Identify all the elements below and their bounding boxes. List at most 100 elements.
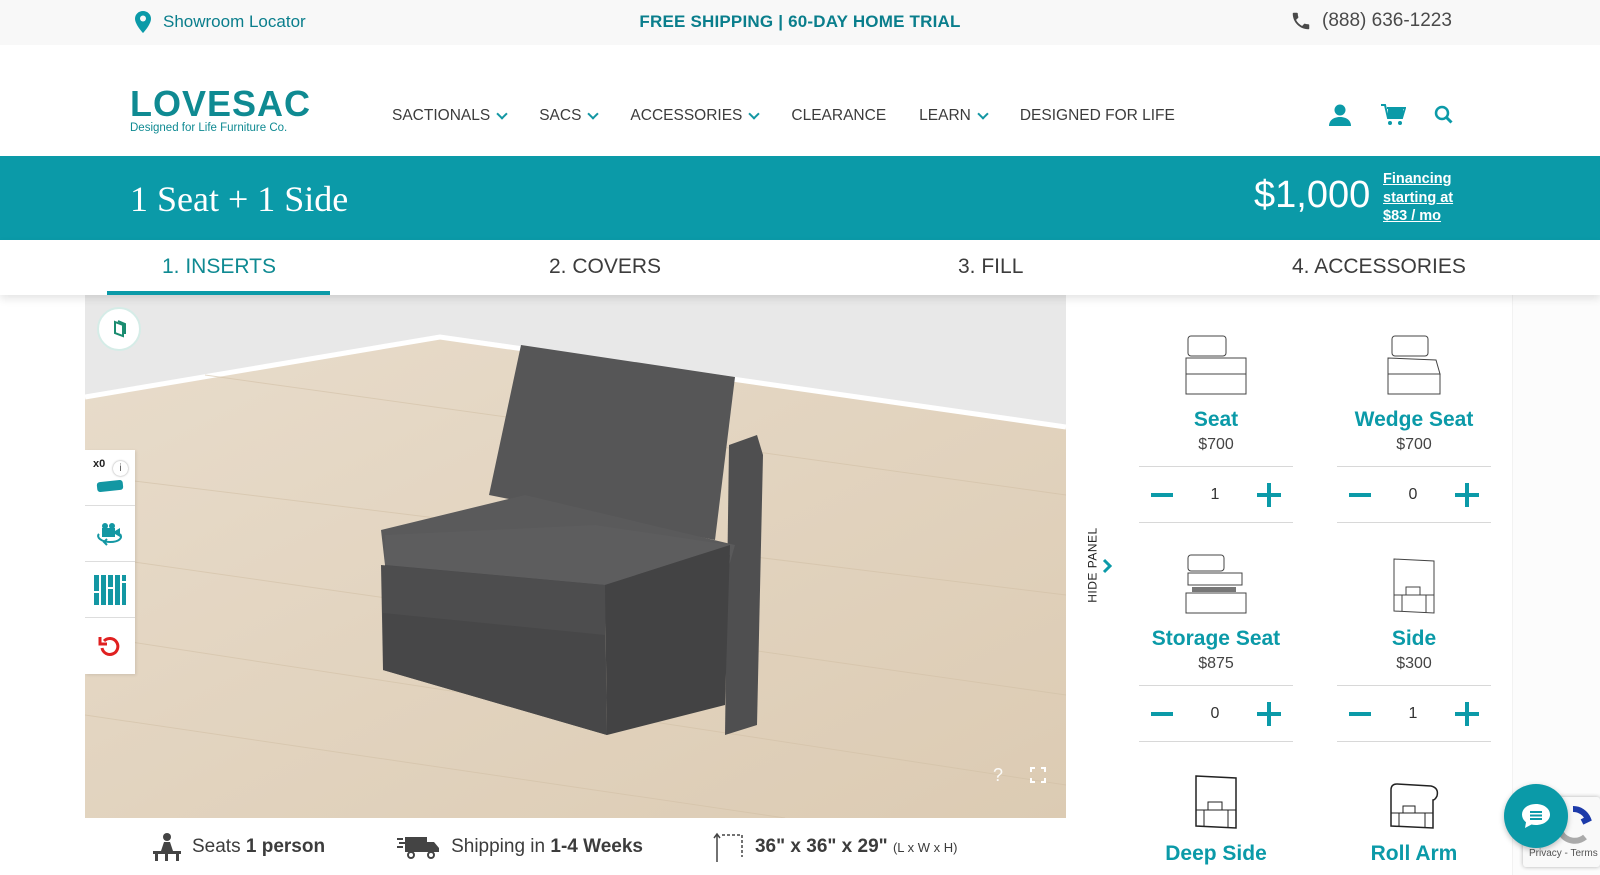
quantity-value: 1 [1408, 704, 1418, 722]
nav-label: SACTIONALS [392, 107, 491, 124]
info-icon[interactable]: i [113, 461, 128, 476]
undo-icon [98, 636, 120, 656]
recaptcha-links[interactable]: Privacy - Terms [1529, 848, 1598, 859]
dimensions-value: 36" x 36" x 29" [754, 836, 888, 857]
chevron-down-icon [587, 107, 600, 120]
increase-button[interactable] [1455, 482, 1479, 507]
logo-word: LOVESAC [130, 83, 312, 124]
dimensions-note: (L x W x H) [892, 840, 958, 855]
hide-panel-toggle[interactable]: HIDE PANEL [1075, 527, 1115, 610]
search-icon[interactable] [1434, 105, 1454, 125]
dimensions-icon [713, 832, 743, 862]
nav-learn[interactable]: LEARN [919, 107, 989, 125]
pillow-count: x0 [93, 458, 106, 470]
side-sketch-icon [1393, 558, 1435, 614]
seats-value: 1 person [245, 836, 326, 857]
insert-image-wedge-seat[interactable] [1337, 326, 1491, 398]
nav-sacs[interactable]: SACS [539, 107, 600, 125]
tab-inserts[interactable]: 1. INSERTS [162, 255, 276, 279]
decrease-button[interactable] [1349, 711, 1371, 716]
tab-fill[interactable]: 3. FILL [958, 255, 1023, 279]
insert-image-side[interactable] [1337, 545, 1491, 617]
storage-seat-sketch-icon [1185, 554, 1247, 614]
insert-price: $875 [1198, 655, 1234, 672]
nav-label: SACS [539, 107, 582, 124]
pillow-icon [96, 479, 124, 492]
camera-rotate-icon [97, 522, 122, 546]
product-price: $1,000 [1254, 174, 1371, 216]
financing-line: $83 / mo [1383, 208, 1442, 224]
undo-button[interactable] [85, 618, 135, 674]
3d-viewer[interactable]: x0 i ? [85, 295, 1066, 818]
nav-designed-for-life[interactable]: DESIGNED FOR LIFE [1020, 107, 1175, 125]
phone-icon [1292, 12, 1310, 30]
insert-image-deep-side[interactable] [1139, 772, 1293, 832]
seats-prefix: Seats [192, 836, 246, 857]
roll-arm-sketch-icon [1390, 783, 1439, 829]
quantity-stepper: 0 [1337, 466, 1491, 523]
logo-tagline: Designed for Life Furniture Co. [130, 122, 288, 134]
help-icon[interactable]: ? [993, 765, 1003, 786]
phone-number: (888) 636-1223 [1322, 10, 1452, 31]
insert-card-roll-arm: Roll Arm [1337, 772, 1491, 866]
ar-view-button[interactable] [97, 307, 141, 351]
increase-button[interactable] [1257, 701, 1281, 726]
insert-card-storage-seat: Storage Seat $875 0 [1139, 545, 1293, 742]
viewer-toolbar: x0 i [85, 450, 135, 674]
phone-link[interactable]: (888) 636-1223 [1290, 10, 1452, 32]
chat-bubble-icon [1522, 804, 1550, 828]
insert-card-seat: Seat $700 1 [1139, 326, 1293, 523]
insert-name: Side [1391, 627, 1437, 650]
hide-panel-label: HIDE PANEL [1085, 527, 1100, 603]
seated-person-icon [153, 833, 181, 861]
tab-accessories[interactable]: 4. ACCESSORIES [1292, 255, 1466, 279]
financing-link[interactable]: Financing starting at $83 / mo [1383, 170, 1453, 226]
spec-dimensions: 36" x 36" x 29" (L x W x H) [713, 832, 957, 862]
nav-clearance[interactable]: CLEARANCE [791, 107, 886, 125]
decrease-button[interactable] [1349, 492, 1371, 497]
insert-image-storage-seat[interactable] [1139, 545, 1293, 617]
quantity-stepper: 0 [1139, 685, 1293, 742]
scene-render [85, 295, 1066, 818]
insert-image-roll-arm[interactable] [1337, 772, 1491, 832]
increase-button[interactable] [1455, 701, 1479, 726]
pillow-toggle-button[interactable]: x0 i [85, 450, 135, 506]
tab-covers[interactable]: 2. COVERS [549, 255, 661, 279]
lovesac-logo[interactable]: LOVESAC Designed for Life Furniture Co. [130, 83, 312, 135]
decrease-button[interactable] [1151, 492, 1173, 497]
increase-button[interactable] [1257, 482, 1281, 507]
product-title: 1 Seat + 1 Side [130, 179, 349, 219]
shipping-value: 1-4 Weeks [550, 836, 643, 857]
account-icon[interactable] [1328, 103, 1352, 127]
spec-seats: Seats 1 person [152, 833, 325, 861]
insert-card-wedge-seat: Wedge Seat $700 0 [1337, 326, 1491, 523]
nav-sactionals[interactable]: SACTIONALS [392, 107, 508, 125]
chat-button[interactable] [1504, 784, 1568, 848]
nav-label: CLEARANCE [791, 107, 887, 124]
product-band: 1 Seat + 1 Side $1,000 Financing startin… [0, 156, 1600, 240]
quantity-stepper: 1 [1139, 466, 1293, 523]
quantity-value: 1 [1210, 485, 1220, 503]
insert-price: $700 [1198, 436, 1234, 453]
nav-label: DESIGNED FOR LIFE [1019, 107, 1175, 124]
seat-sketch-icon [1185, 335, 1247, 395]
configurator-tabs: 1. INSERTS 2. COVERS 3. FILL 4. ACCESSOR… [0, 240, 1600, 295]
quantity-value: 0 [1210, 704, 1220, 722]
chevron-down-icon [496, 107, 508, 120]
insert-image-seat[interactable] [1139, 326, 1293, 398]
chevron-down-icon [748, 107, 761, 120]
insert-card-side: Side $300 1 [1337, 545, 1491, 742]
header-icons [1328, 103, 1454, 127]
financing-line: Financing [1383, 171, 1452, 187]
fullscreen-icon[interactable] [1030, 767, 1046, 783]
cart-icon[interactable] [1380, 103, 1406, 127]
insert-name: Deep Side [1165, 842, 1267, 865]
decrease-button[interactable] [1151, 711, 1173, 716]
ar-cube-icon [114, 320, 126, 338]
nav-accessories[interactable]: ACCESSORIES [630, 107, 761, 125]
rotate-camera-button[interactable] [85, 506, 135, 562]
insert-name: Storage Seat [1151, 627, 1281, 650]
quantity-stepper: 1 [1337, 685, 1491, 742]
dimensions-button[interactable] [85, 562, 135, 618]
insert-price: $700 [1396, 436, 1432, 453]
